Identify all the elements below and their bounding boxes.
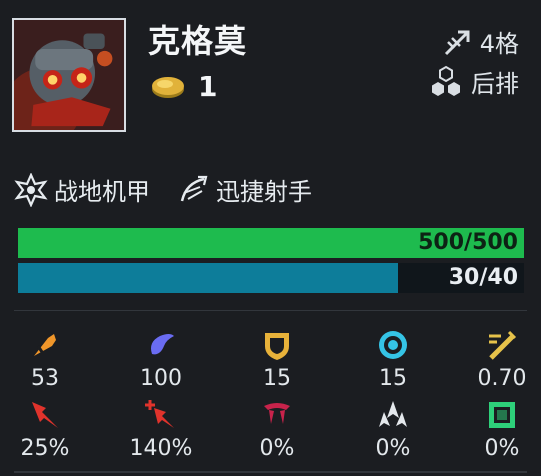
ability-power-icon — [151, 334, 174, 355]
position-info: 后排 — [427, 64, 519, 99]
stat-value: 100 — [140, 366, 182, 391]
durability-icon — [489, 402, 515, 428]
stat-value: 0% — [375, 436, 411, 461]
stat-ability-power: 100 — [121, 328, 201, 391]
stat-value: 0.70 — [477, 366, 527, 391]
champion-portrait — [12, 18, 126, 132]
damage-amp-icon — [379, 401, 407, 427]
battle-mech-icon — [14, 172, 48, 207]
trait-battle-mech[interactable]: 战地机甲 — [14, 172, 150, 207]
stat-armor: 15 — [237, 328, 317, 391]
cost-display: 1 — [150, 70, 217, 103]
armor-icon — [265, 333, 289, 360]
range-label: 4格 — [479, 30, 519, 58]
trait-label: 迅捷射手 — [216, 178, 312, 206]
rapidfire-icon — [180, 175, 208, 201]
stat-omnivamp: 0% — [237, 398, 317, 461]
mana-text: 30/40 — [448, 265, 518, 290]
stat-value: 0% — [259, 436, 295, 461]
position-label: 后排 — [471, 70, 519, 98]
stat-value: 53 — [31, 366, 59, 391]
cost-value: 1 — [198, 70, 218, 103]
stat-value: 15 — [263, 366, 291, 391]
crit-chance-icon — [32, 402, 58, 428]
backline-hexes-icon — [432, 65, 460, 96]
stat-magic-resist: 15 — [353, 328, 433, 391]
stat-damage-amp: 0% — [353, 398, 433, 461]
stat-value: 25% — [20, 436, 70, 461]
trait-list: 战地机甲 迅捷射手 — [14, 172, 312, 207]
bottom-divider — [14, 471, 527, 473]
stat-durability: 0% — [462, 398, 541, 461]
magic-resist-icon — [379, 331, 407, 359]
divider — [14, 310, 527, 311]
trait-rapidfire[interactable]: 迅捷射手 — [176, 172, 312, 207]
crit-damage-icon — [145, 400, 174, 428]
gold-coin-icon — [150, 74, 186, 100]
stat-attack-damage: 53 — [5, 328, 85, 391]
health-text: 500/500 — [418, 230, 518, 255]
attack-damage-icon — [34, 334, 56, 356]
mana-bar-fill — [18, 263, 398, 293]
stat-attack-speed: 0.70 — [462, 328, 541, 391]
champion-name: 克格莫 — [148, 22, 248, 60]
stat-crit-chance: 25% — [5, 398, 85, 461]
range-icon — [444, 30, 470, 55]
stat-value: 140% — [129, 436, 193, 461]
attack-speed-icon — [489, 330, 517, 360]
omnivamp-icon — [264, 403, 290, 424]
range-info: 4格 — [442, 24, 519, 59]
trait-label: 战地机甲 — [54, 178, 150, 206]
stat-crit-damage: 140% — [121, 398, 201, 461]
health-bar: 500/500 — [18, 228, 524, 258]
stat-value: 0% — [484, 436, 520, 461]
mana-bar: 30/40 — [18, 263, 524, 293]
stat-value: 15 — [379, 366, 407, 391]
